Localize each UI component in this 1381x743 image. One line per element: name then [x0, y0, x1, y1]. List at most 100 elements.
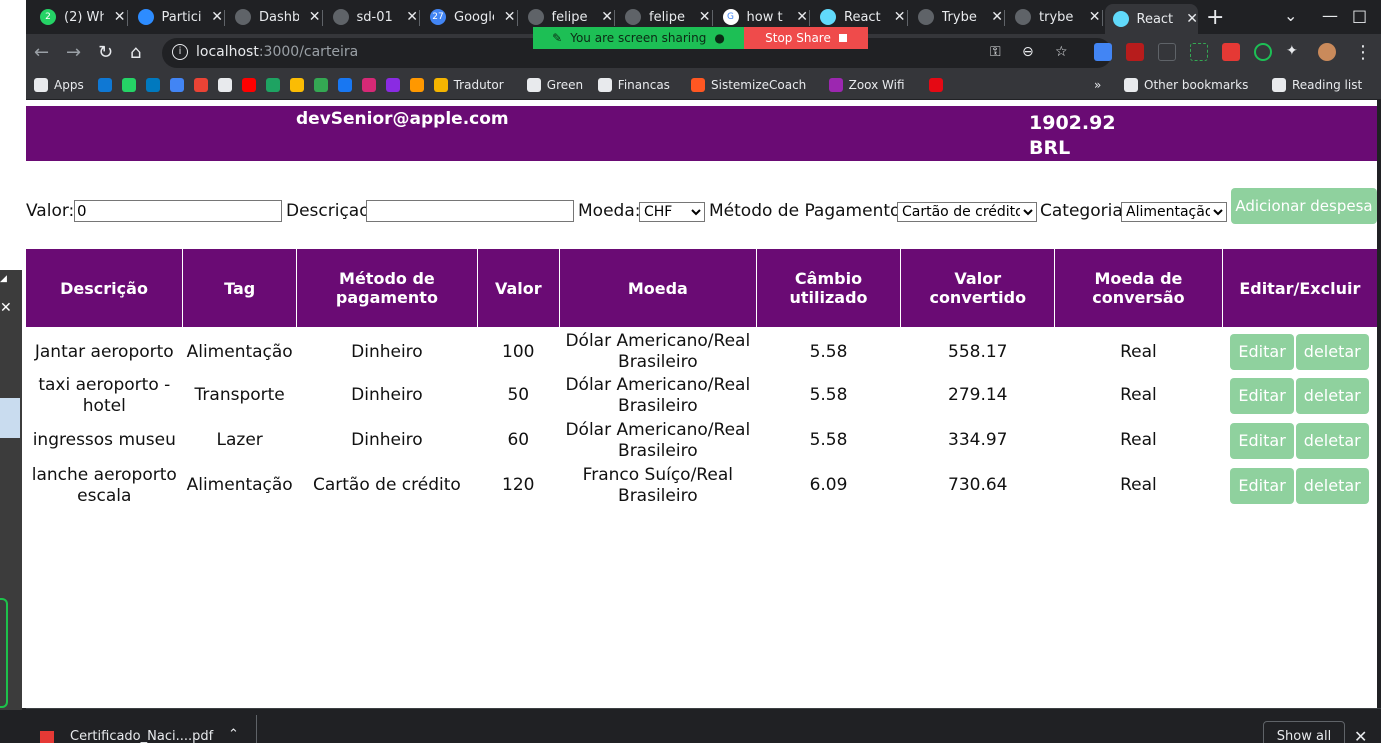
wifi-icon: [828, 78, 843, 92]
valor-input[interactable]: [74, 200, 282, 222]
puzzle-icon[interactable]: ✦: [1286, 43, 1304, 61]
descricao-input[interactable]: [366, 200, 574, 222]
bookmark-3[interactable]: [121, 78, 142, 92]
url-text[interactable]: localhost:3000/carteira: [196, 44, 358, 60]
bookmark-18[interactable]: Financas: [597, 78, 670, 92]
tab-11[interactable]: trybe ✕: [1007, 4, 1101, 30]
tab-close-icon[interactable]: ✕: [991, 9, 1003, 25]
edit-button[interactable]: Editar: [1230, 334, 1294, 370]
edit-button[interactable]: Editar: [1230, 467, 1294, 504]
bookmark-20[interactable]: Zoox Wifi: [828, 78, 905, 92]
home-button[interactable]: ⌂: [130, 42, 141, 63]
bookmark-19[interactable]: SistemizeCoach: [691, 78, 806, 92]
tab-close-icon[interactable]: ✕: [504, 9, 516, 25]
chevron-up-icon[interactable]: ⌃: [228, 727, 239, 742]
bookmark-9[interactable]: [265, 78, 286, 92]
maximize-button[interactable]: □: [1352, 6, 1367, 25]
tab-3[interactable]: Dashboard ✕: [227, 4, 321, 30]
bookmark-2[interactable]: [97, 78, 118, 92]
tab-close-icon[interactable]: ✕: [211, 9, 223, 25]
metodo-select[interactable]: Cartão de crédito: [897, 202, 1037, 222]
stop-share-button[interactable]: Stop Share: [744, 27, 868, 49]
zoom-icon[interactable]: ⊖: [1022, 44, 1034, 60]
extension-icon[interactable]: [1222, 43, 1240, 61]
tab-1[interactable]: 2 (2) WhatsApp ✕: [32, 4, 126, 30]
bookmark-8[interactable]: [241, 78, 262, 92]
show-all-button[interactable]: Show all: [1263, 721, 1345, 743]
tab-search-icon[interactable]: ⌄: [1284, 6, 1297, 25]
delete-button[interactable]: deletar: [1295, 467, 1369, 504]
screenshot-extension-icon[interactable]: [1190, 43, 1208, 61]
github-icon: [235, 9, 251, 25]
tab-close-icon[interactable]: ✕: [796, 9, 808, 25]
bookmark-1[interactable]: Apps: [34, 78, 84, 92]
signal-extension-icon[interactable]: [1158, 43, 1176, 61]
delete-button[interactable]: deletar: [1295, 334, 1369, 370]
menu-icon[interactable]: ⋮: [1354, 42, 1372, 63]
bookmark-6[interactable]: [193, 78, 214, 92]
more-bookmarks-button[interactable]: »: [1094, 78, 1101, 92]
back-button[interactable]: ←: [34, 42, 49, 63]
site-info-icon[interactable]: i: [172, 44, 188, 60]
bookmark-16[interactable]: Tradutor: [433, 78, 504, 92]
tab-close-icon[interactable]: ✕: [601, 9, 613, 25]
bookmark-14[interactable]: [385, 78, 406, 92]
cell-actions: Editar deletar: [1222, 418, 1377, 463]
avatar[interactable]: [1318, 43, 1336, 61]
close-icon[interactable]: ✕: [1354, 727, 1367, 743]
star-icon[interactable]: ☆: [1055, 44, 1068, 60]
tab-5[interactable]: 27 Google Calendar ✕: [422, 4, 516, 30]
other-bookmarks[interactable]: Other bookmarks: [1124, 78, 1248, 92]
bookmark-12[interactable]: [337, 78, 358, 92]
tab-10[interactable]: Trybe ✕: [910, 4, 1003, 30]
record-extension-icon[interactable]: [1254, 43, 1272, 61]
tab-title: trybe: [1039, 9, 1074, 25]
delete-button[interactable]: deletar: [1295, 377, 1369, 414]
tab-close-icon[interactable]: ✕: [699, 9, 711, 25]
key-icon[interactable]: ⚿: [990, 44, 1001, 60]
minimize-button[interactable]: —: [1322, 6, 1338, 25]
tab-close-icon[interactable]: ✕: [1186, 11, 1198, 27]
moeda-select[interactable]: CHF: [639, 202, 705, 222]
divider: [256, 715, 257, 743]
bookmark-10[interactable]: [289, 78, 310, 92]
categoria-select[interactable]: Alimentação: [1121, 202, 1227, 222]
tab-12[interactable]: React ✕: [1104, 4, 1198, 34]
edit-button[interactable]: Editar: [1230, 422, 1294, 459]
cell-cambio: 5.58: [809, 430, 848, 450]
bookmark-5[interactable]: [169, 78, 190, 92]
edit-button[interactable]: Editar: [1230, 377, 1294, 414]
delete-button[interactable]: deletar: [1295, 422, 1369, 459]
tab-2[interactable]: Participants ✕: [130, 4, 223, 30]
bookmark-icon: [385, 78, 400, 92]
tab-close-icon[interactable]: ✕: [406, 9, 418, 25]
reload-button[interactable]: ↻: [98, 42, 113, 63]
translate-extension-icon[interactable]: [1094, 43, 1112, 61]
new-tab-button[interactable]: +: [1206, 4, 1224, 30]
audio-extension-icon[interactable]: [1126, 43, 1144, 61]
tab-close-icon[interactable]: ✕: [1089, 9, 1101, 25]
whatsapp-icon: 2: [40, 9, 56, 25]
bookmark-label: Tradutor: [453, 78, 504, 92]
bookmark-15[interactable]: [409, 78, 430, 92]
bookmark-13[interactable]: [361, 78, 382, 92]
bookmark-7[interactable]: [217, 78, 238, 92]
bookmark-17[interactable]: Green: [526, 78, 583, 92]
add-expense-button[interactable]: Adicionar despesa: [1231, 188, 1377, 224]
zoom-icon: [137, 9, 154, 25]
reading-list[interactable]: Reading list: [1272, 78, 1362, 92]
download-file-name[interactable]: Certificado_Naci....pdf: [70, 729, 213, 743]
tab-title: Google Calendar: [454, 9, 494, 25]
bookmark-21[interactable]: [929, 78, 949, 92]
tab-close-icon[interactable]: ✕: [894, 9, 906, 25]
cell-moeda: Dólar Americano/Real Brasileiro: [565, 331, 751, 372]
bookmark-11[interactable]: [313, 78, 334, 92]
forward-button[interactable]: →: [66, 42, 81, 63]
tab-close-icon[interactable]: ✕: [309, 9, 321, 25]
cell-descricao: lanche aeroporto escala: [31, 464, 177, 506]
tab-close-icon[interactable]: ✕: [114, 9, 126, 25]
tab-4[interactable]: sd-01 ✕: [325, 4, 418, 30]
expense-form: Valor: Descriçao Moeda: CHF Método de Pa…: [26, 188, 1377, 228]
table-row: Jantar aeroporto Alimentação Dinheiro 100 Dó…: [26, 327, 1377, 373]
bookmark-4[interactable]: [145, 78, 166, 92]
